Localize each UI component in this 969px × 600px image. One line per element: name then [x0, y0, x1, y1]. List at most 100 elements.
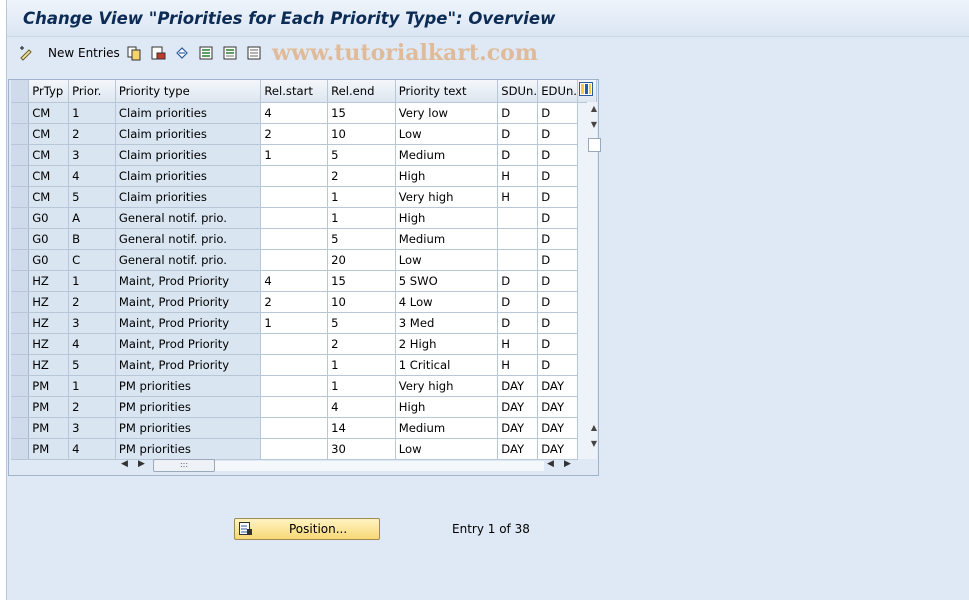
cell-rel-end[interactable]: 5 — [327, 144, 396, 166]
copy-as-button[interactable] — [126, 44, 142, 62]
cell-rel-end[interactable]: 15 — [327, 270, 396, 292]
column-header-rel-start[interactable]: Rel.start — [260, 80, 329, 103]
scroll-left-icon[interactable]: ◀ — [121, 459, 128, 469]
cell-sdun[interactable] — [497, 228, 539, 250]
cell-priority-text[interactable]: 1 Critical — [395, 354, 499, 376]
cell-sdun[interactable]: DAY — [497, 417, 539, 439]
cell-edun[interactable]: D — [537, 333, 578, 355]
cell-priority-text[interactable]: Low — [395, 438, 499, 460]
cell-rel-start[interactable]: 4 — [260, 270, 329, 292]
cell-edun[interactable]: D — [537, 312, 578, 334]
column-header-rel-end[interactable]: Rel.end — [327, 80, 396, 103]
cell-priority-text[interactable]: Very low — [395, 102, 499, 124]
cell-priority-text[interactable]: Low — [395, 123, 499, 145]
cell-rel-start[interactable] — [260, 354, 329, 376]
cell-rel-end[interactable]: 20 — [327, 249, 396, 271]
row-selector[interactable] — [11, 165, 30, 187]
cell-sdun[interactable] — [497, 249, 539, 271]
cell-priority-text[interactable]: 3 Med — [395, 312, 499, 334]
row-selector[interactable] — [11, 417, 30, 439]
cell-rel-start[interactable]: 2 — [260, 291, 329, 313]
row-selector[interactable] — [11, 123, 30, 145]
page-down-icon[interactable]: ▼ — [587, 118, 601, 132]
position-button[interactable]: Position... — [234, 518, 380, 540]
row-selector[interactable] — [11, 186, 30, 208]
cell-sdun[interactable]: H — [497, 186, 539, 208]
row-selector[interactable] — [11, 396, 30, 418]
cell-rel-end[interactable]: 10 — [327, 123, 396, 145]
row-selector[interactable] — [11, 102, 30, 124]
row-selector[interactable] — [11, 228, 30, 250]
row-selector[interactable] — [11, 270, 30, 292]
cell-rel-end[interactable]: 1 — [327, 354, 396, 376]
cell-edun[interactable]: DAY — [537, 396, 578, 418]
cell-sdun[interactable]: DAY — [497, 438, 539, 460]
cell-priority-text[interactable]: High — [395, 396, 499, 418]
cell-edun[interactable]: DAY — [537, 438, 578, 460]
cell-rel-start[interactable] — [260, 165, 329, 187]
cell-rel-end[interactable]: 1 — [327, 207, 396, 229]
cell-rel-start[interactable] — [260, 396, 329, 418]
row-selector[interactable] — [11, 438, 30, 460]
cell-rel-end[interactable]: 5 — [327, 228, 396, 250]
cell-priority-text[interactable]: Medium — [395, 228, 499, 250]
cell-rel-end[interactable]: 5 — [327, 312, 396, 334]
cell-sdun[interactable]: D — [497, 270, 539, 292]
new-entries-button[interactable]: New Entries — [44, 44, 120, 62]
cell-rel-end[interactable]: 14 — [327, 417, 396, 439]
delete-button[interactable] — [150, 44, 166, 62]
cell-rel-end[interactable]: 2 — [327, 333, 396, 355]
undo-change-button[interactable] — [174, 44, 190, 62]
column-header-priority-text[interactable]: Priority text — [395, 80, 499, 103]
cell-rel-start[interactable] — [260, 438, 329, 460]
scroll-down-icon[interactable]: ▼ — [587, 437, 601, 451]
cell-priority-text[interactable]: 5 SWO — [395, 270, 499, 292]
cell-sdun[interactable] — [497, 207, 539, 229]
cell-rel-start[interactable] — [260, 417, 329, 439]
column-header-sdun[interactable]: SDUn. — [497, 80, 539, 103]
cell-sdun[interactable]: H — [497, 333, 539, 355]
cell-edun[interactable]: D — [537, 123, 578, 145]
cell-priority-text[interactable]: 4 Low — [395, 291, 499, 313]
cell-sdun[interactable]: D — [497, 312, 539, 334]
page-up-icon[interactable]: ▲ — [587, 421, 601, 435]
horizontal-scroll-track[interactable] — [215, 461, 544, 471]
cell-rel-start[interactable] — [260, 375, 329, 397]
cell-rel-end[interactable]: 4 — [327, 396, 396, 418]
column-header-prtyp[interactable]: PrTyp — [28, 80, 70, 103]
cell-rel-start[interactable]: 4 — [260, 102, 329, 124]
select-block-button[interactable] — [222, 44, 238, 62]
column-header-priority-type[interactable]: Priority type — [115, 80, 262, 103]
cell-priority-text[interactable]: 2 High — [395, 333, 499, 355]
cell-sdun[interactable]: D — [497, 291, 539, 313]
vertical-scroll-thumb[interactable] — [588, 138, 601, 152]
cell-rel-end[interactable]: 10 — [327, 291, 396, 313]
cell-priority-text[interactable]: Medium — [395, 417, 499, 439]
cell-rel-end[interactable]: 30 — [327, 438, 396, 460]
scroll-up-icon[interactable]: ▲ — [587, 102, 601, 116]
select-all-button[interactable] — [198, 44, 214, 62]
cell-edun[interactable]: D — [537, 102, 578, 124]
cell-edun[interactable]: DAY — [537, 417, 578, 439]
cell-edun[interactable]: D — [537, 354, 578, 376]
cell-rel-start[interactable] — [260, 228, 329, 250]
cell-rel-start[interactable]: 1 — [260, 144, 329, 166]
cell-edun[interactable]: D — [537, 291, 578, 313]
cell-sdun[interactable]: D — [497, 102, 539, 124]
row-selector[interactable] — [11, 291, 30, 313]
cell-rel-end[interactable]: 1 — [327, 375, 396, 397]
cell-rel-start[interactable] — [260, 207, 329, 229]
cell-edun[interactable]: D — [537, 228, 578, 250]
cell-edun[interactable]: D — [537, 249, 578, 271]
cell-edun[interactable]: D — [537, 207, 578, 229]
cell-edun[interactable]: D — [537, 270, 578, 292]
edit-toggle-button[interactable] — [18, 44, 34, 62]
table-settings-button[interactable] — [577, 80, 598, 103]
cell-rel-start[interactable]: 2 — [260, 123, 329, 145]
cell-rel-start[interactable] — [260, 333, 329, 355]
cell-sdun[interactable]: D — [497, 123, 539, 145]
cell-rel-start[interactable] — [260, 249, 329, 271]
cell-priority-text[interactable]: Very high — [395, 375, 499, 397]
cell-sdun[interactable]: DAY — [497, 375, 539, 397]
row-selector[interactable] — [11, 333, 30, 355]
